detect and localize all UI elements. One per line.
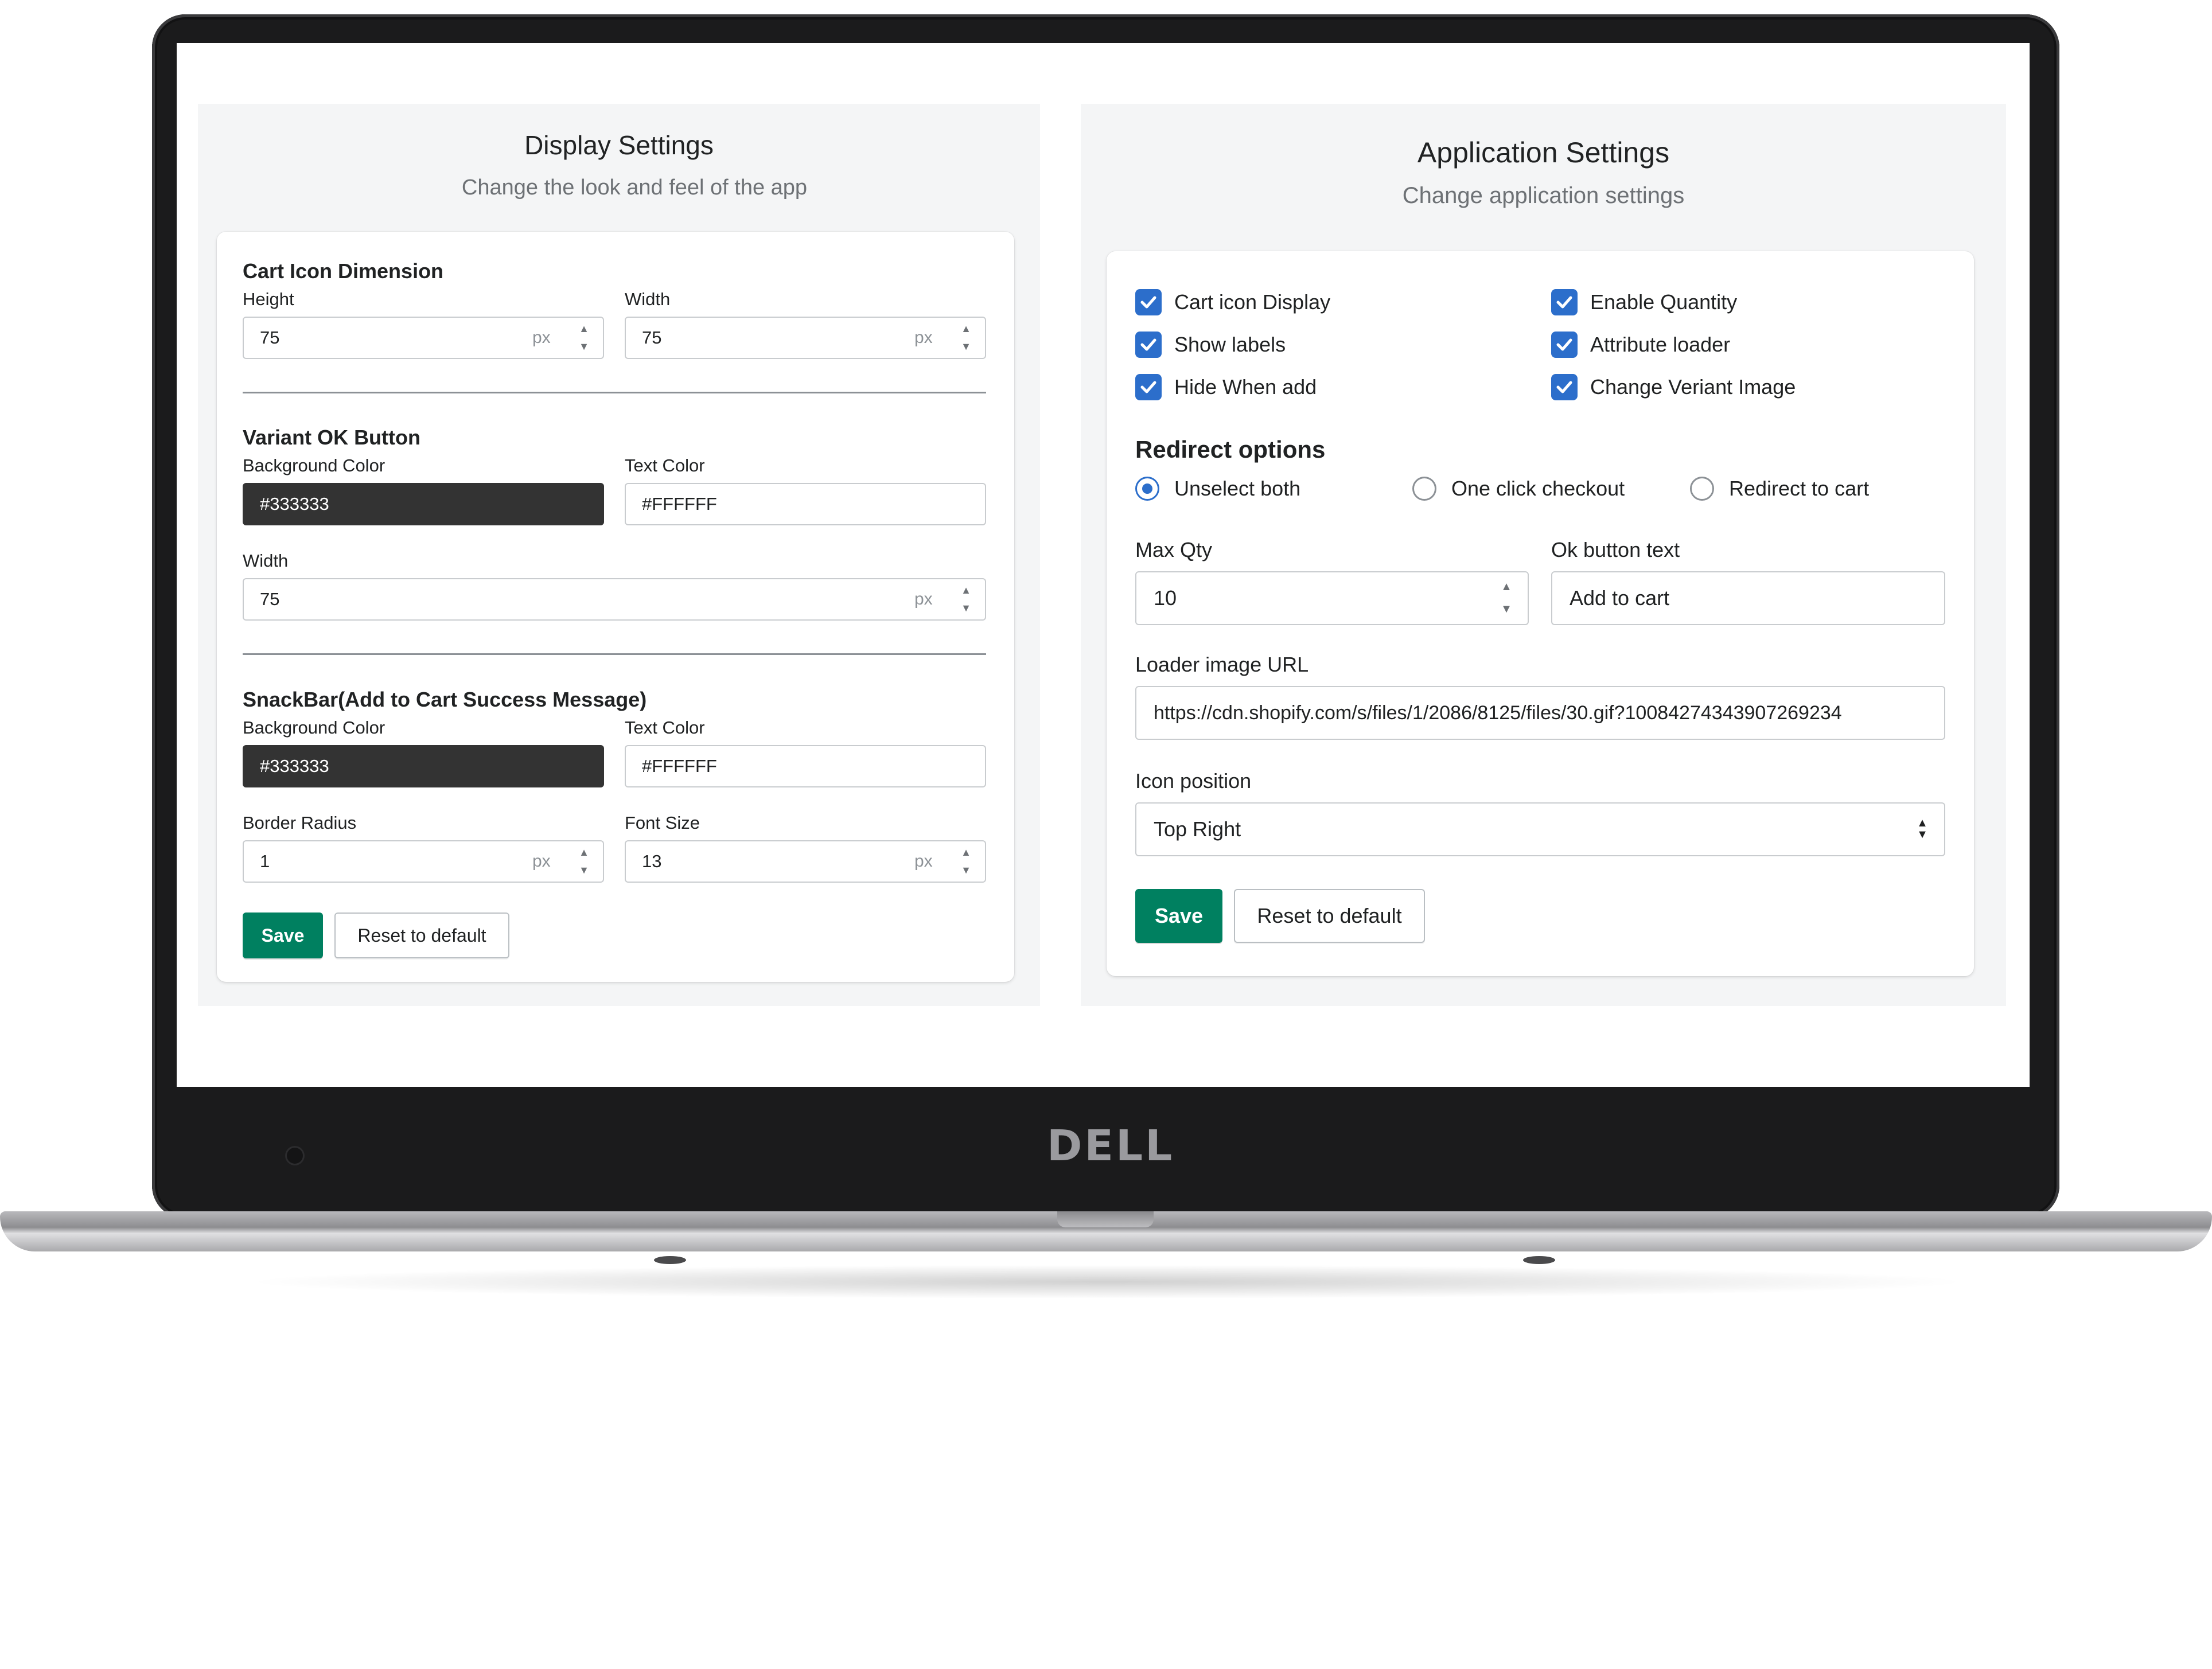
unselect-both-radio[interactable]	[1135, 477, 1159, 501]
display-settings-panel: Display Settings Change the look and fee…	[198, 104, 1040, 1006]
stepper[interactable]: ▲ ▼	[571, 844, 597, 879]
loader-image-url-input[interactable]: https://cdn.shopify.com/s/files/1/2086/8…	[1135, 686, 1945, 740]
laptop-foot	[1523, 1256, 1555, 1264]
unit-label: px	[914, 590, 933, 609]
ok-button-text-input[interactable]: Add to cart	[1551, 571, 1945, 625]
height-label: Height	[243, 289, 294, 309]
snackbar-border-radius-input[interactable]: 1 px ▲ ▼	[243, 840, 604, 883]
stepper-down-icon[interactable]: ▼	[1491, 598, 1522, 621]
checkmark-icon	[1140, 381, 1156, 393]
enable-quantity-checkbox[interactable]	[1551, 289, 1578, 315]
stepper[interactable]: ▲ ▼	[953, 844, 979, 879]
checkbox-label: Show labels	[1174, 333, 1286, 356]
unit-label: px	[914, 328, 933, 347]
application-reset-button[interactable]: Reset to default	[1234, 889, 1425, 943]
redirect-options-heading: Redirect options	[1135, 436, 1326, 463]
radio-label: One click checkout	[1451, 477, 1625, 500]
stepper[interactable]: ▲ ▼	[571, 320, 597, 356]
variant-ok-width-input[interactable]: 75 px ▲ ▼	[243, 578, 986, 621]
laptop-notch	[1057, 1211, 1154, 1227]
snackbar-heading: SnackBar(Add to Cart Success Message)	[243, 688, 647, 711]
webcam	[285, 1146, 305, 1165]
checkbox-label: Hide When add	[1174, 375, 1317, 399]
redirect-to-cart-radio[interactable]	[1690, 477, 1714, 501]
divider	[243, 392, 986, 393]
stepper-down-icon[interactable]: ▼	[571, 861, 597, 879]
checkbox-label: Change Veriant Image	[1590, 375, 1796, 399]
snackbar-text-color-input[interactable]: #FFFFFF	[625, 745, 986, 787]
text-color-label: Text Color	[625, 717, 705, 738]
background-color-label: Background Color	[243, 455, 385, 475]
radio-label: Unselect both	[1174, 477, 1301, 500]
application-settings-card: Cart icon Display Show labels Hide When …	[1107, 251, 1974, 976]
laptop-foot	[654, 1256, 686, 1264]
width-label: Width	[243, 551, 289, 571]
width-label: Width	[625, 289, 671, 309]
radio-label: Redirect to cart	[1729, 477, 1870, 500]
display-save-button[interactable]: Save	[243, 913, 323, 958]
brand-logo: DELL	[1047, 1121, 1175, 1171]
display-settings-card: Cart Icon Dimension Height Width 75 px ▲…	[217, 232, 1014, 982]
icon-position-label: Icon position	[1135, 769, 1252, 793]
one-click-checkout-radio[interactable]	[1412, 477, 1436, 501]
select-arrows-icon: ▲ ▼	[1917, 817, 1928, 841]
unit-label: px	[532, 852, 551, 871]
stepper-up-icon[interactable]: ▲	[571, 320, 597, 338]
max-qty-label: Max Qty	[1135, 538, 1213, 561]
checkmark-icon	[1140, 338, 1156, 351]
loader-image-url-label: Loader image URL	[1135, 653, 1309, 676]
cart-icon-display-checkbox[interactable]	[1135, 289, 1162, 315]
variant-ok-text-color-input[interactable]: #FFFFFF	[625, 483, 986, 525]
checkmark-icon	[1556, 381, 1572, 393]
hide-when-add-checkbox[interactable]	[1135, 374, 1162, 400]
laptop-shadow	[241, 1265, 1973, 1299]
stepper-down-icon[interactable]: ▼	[953, 338, 979, 356]
cart-icon-heading: Cart Icon Dimension	[243, 259, 444, 283]
checkmark-icon	[1556, 296, 1572, 309]
checkmark-icon	[1556, 338, 1572, 351]
application-save-button[interactable]: Save	[1135, 889, 1222, 943]
screen: Display Settings Change the look and fee…	[177, 43, 2030, 1087]
stepper-down-icon[interactable]: ▼	[953, 861, 979, 879]
cart-icon-width-input[interactable]: 75 px ▲ ▼	[625, 317, 986, 359]
stepper-up-icon[interactable]: ▲	[571, 844, 597, 861]
checkbox-label: Attribute loader	[1590, 333, 1731, 356]
show-labels-checkbox[interactable]	[1135, 332, 1162, 358]
display-reset-button[interactable]: Reset to default	[334, 913, 509, 958]
stepper[interactable]: ▲ ▼	[953, 582, 979, 617]
attribute-loader-checkbox[interactable]	[1551, 332, 1578, 358]
border-radius-label: Border Radius	[243, 813, 357, 833]
variant-ok-heading: Variant OK Button	[243, 426, 421, 449]
stepper-up-icon[interactable]: ▲	[953, 844, 979, 861]
snackbar-font-size-input[interactable]: 13 px ▲ ▼	[625, 840, 986, 883]
checkbox-label: Cart icon Display	[1174, 290, 1331, 314]
stepper-up-icon[interactable]: ▲	[953, 320, 979, 338]
change-variant-image-checkbox[interactable]	[1551, 374, 1578, 400]
ok-button-text-label: Ok button text	[1551, 538, 1680, 561]
application-settings-panel: Application Settings Change application …	[1081, 104, 2006, 1006]
max-qty-input[interactable]: 10 ▲ ▼	[1135, 571, 1529, 625]
application-settings-subtitle: Change application settings	[1402, 183, 1685, 208]
checkbox-label: Enable Quantity	[1590, 290, 1738, 314]
stepper[interactable]: ▲ ▼	[953, 320, 979, 356]
variant-ok-bg-color-input[interactable]: #333333	[243, 483, 604, 525]
unit-label: px	[532, 328, 551, 347]
snackbar-bg-color-input[interactable]: #333333	[243, 745, 604, 787]
display-settings-subtitle: Change the look and feel of the app	[461, 176, 808, 200]
checkmark-icon	[1140, 296, 1156, 309]
stepper-up-icon[interactable]: ▲	[953, 582, 979, 599]
stepper-up-icon[interactable]: ▲	[1491, 576, 1522, 598]
stepper[interactable]: ▲ ▼	[1491, 576, 1522, 621]
cart-icon-height-input[interactable]: 75 px ▲ ▼	[243, 317, 604, 359]
stepper-down-icon[interactable]: ▼	[571, 338, 597, 356]
icon-position-select[interactable]: Top Right ▲ ▼	[1135, 802, 1945, 856]
divider	[243, 653, 986, 655]
font-size-label: Font Size	[625, 813, 700, 833]
unit-label: px	[914, 852, 933, 871]
text-color-label: Text Color	[625, 455, 705, 475]
display-settings-title: Display Settings	[524, 130, 714, 160]
application-settings-title: Application Settings	[1417, 137, 1670, 169]
stepper-down-icon[interactable]: ▼	[953, 599, 979, 617]
background-color-label: Background Color	[243, 717, 385, 738]
